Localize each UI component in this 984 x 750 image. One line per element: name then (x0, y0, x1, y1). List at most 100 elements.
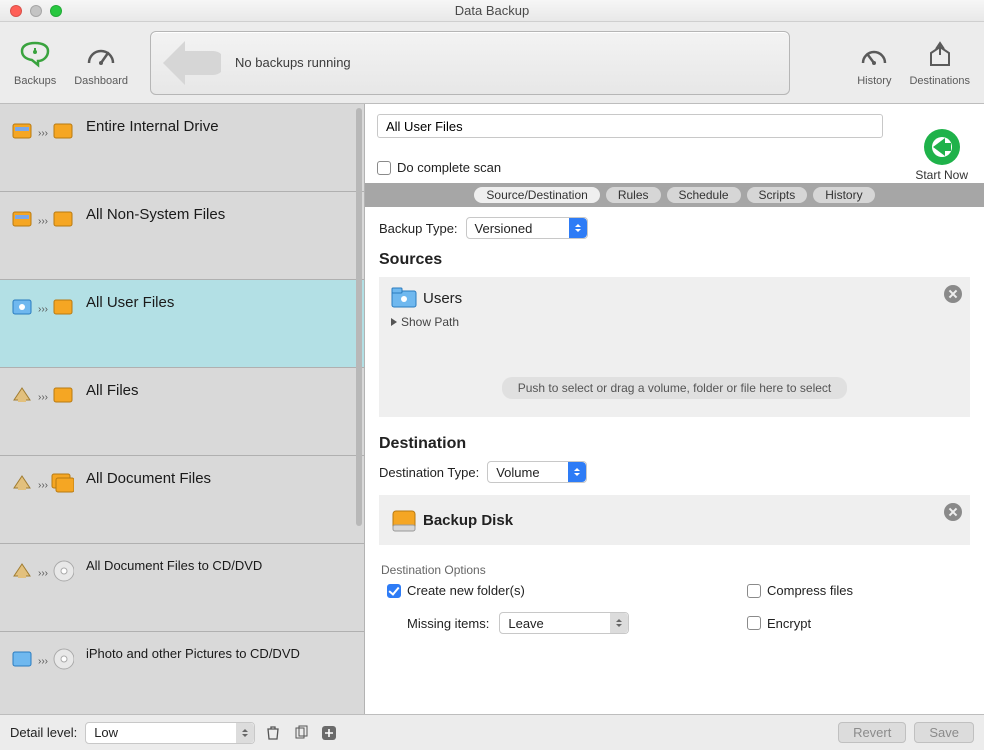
compress-files-checkbox[interactable] (747, 584, 761, 598)
svg-text:›››: ››› (38, 216, 48, 227)
tab-history[interactable]: History (813, 187, 874, 203)
sidebar-item-label: Entire Internal Drive (86, 118, 219, 135)
destination-type-select[interactable]: Volume (487, 461, 587, 483)
sidebar-item-entire-internal-drive[interactable]: ››› Entire Internal Drive (0, 104, 364, 192)
start-now-label: Start Now (915, 168, 968, 182)
delete-button[interactable] (263, 723, 283, 743)
sidebar-item-iphoto-to-cd[interactable]: ››› iPhoto and other Pictures to CD/DVD (0, 632, 364, 714)
create-folders-label: Create new folder(s) (407, 583, 525, 598)
chevron-up-down-icon (236, 723, 254, 743)
status-text: No backups running (235, 55, 351, 70)
show-path-label: Show Path (401, 315, 459, 329)
destination-type-value: Volume (496, 465, 539, 480)
start-now-button[interactable]: Start Now (915, 126, 968, 182)
footer: Detail level: Low Revert Save (0, 714, 984, 750)
source-name: Users (423, 290, 462, 307)
dashboard-icon (84, 39, 118, 73)
main-panel: Do complete scan Start Now Source/Destin… (365, 104, 984, 714)
sidebar-item-docs-to-cd[interactable]: ››› All Document Files to CD/DVD (0, 544, 364, 632)
sidebar-item-label: All Non-System Files (86, 206, 225, 223)
svg-text:›››: ››› (38, 392, 48, 403)
copy-icon (293, 725, 309, 741)
dashboard-button[interactable]: Dashboard (74, 39, 128, 87)
tab-bar: Source/Destination Rules Schedule Script… (365, 183, 984, 207)
tab-scripts[interactable]: Scripts (747, 187, 808, 203)
svg-text:›››: ››› (38, 656, 48, 667)
users-to-folder-icon: ››› (12, 290, 74, 324)
chevron-up-down-icon (568, 462, 586, 482)
history-icon (857, 39, 891, 73)
users-folder-icon (391, 287, 417, 309)
backup-type-value: Versioned (475, 221, 533, 236)
home-to-folders-icon: ››› (12, 466, 74, 500)
encrypt-label: Encrypt (767, 616, 811, 631)
sidebar-item-all-document-files[interactable]: ››› All Document Files (0, 456, 364, 544)
status-arrow-icon (151, 33, 221, 93)
create-folders-checkbox[interactable] (387, 584, 401, 598)
backup-type-label: Backup Type: (379, 221, 458, 236)
sources-box: Users Show Path Push to select or drag a… (379, 277, 970, 417)
trash-icon (265, 725, 281, 741)
svg-text:›››: ››› (38, 568, 48, 579)
detail-level-label: Detail level: (10, 725, 77, 740)
destination-type-label: Destination Type: (379, 465, 479, 480)
missing-items-select[interactable]: Leave (499, 612, 629, 634)
destinations-button[interactable]: Destinations (909, 39, 970, 87)
plus-icon (321, 725, 337, 741)
top-toolbar: Backups Dashboard No backups running His… (0, 22, 984, 104)
history-label: History (857, 75, 891, 87)
revert-button[interactable]: Revert (838, 722, 906, 743)
titlebar: Data Backup (0, 0, 984, 22)
sidebar-item-all-files[interactable]: ››› All Files (0, 368, 364, 456)
sidebar-item-non-system-files[interactable]: ››› All Non-System Files (0, 192, 364, 280)
chevron-up-down-icon (610, 613, 628, 633)
complete-scan-label: Do complete scan (397, 160, 501, 175)
window-title: Data Backup (0, 3, 984, 18)
tab-source-destination[interactable]: Source/Destination (474, 187, 599, 203)
duplicate-button[interactable] (291, 723, 311, 743)
drive-to-folder-icon: ››› (12, 202, 74, 236)
home-to-folder-icon: ››› (12, 378, 74, 412)
sidebar: ››› Entire Internal Drive ››› All Non-Sy… (0, 104, 365, 714)
sidebar-item-all-user-files[interactable]: ››› All User Files (0, 280, 364, 368)
backups-label: Backups (14, 75, 56, 87)
destination-heading: Destination (379, 435, 970, 453)
backup-type-select[interactable]: Versioned (466, 217, 588, 239)
destination-options-heading: Destination Options (381, 563, 970, 577)
sidebar-scrollbar[interactable] (356, 108, 362, 706)
chevron-up-down-icon (569, 218, 587, 238)
disclosure-triangle-icon (391, 318, 397, 326)
svg-text:›››: ››› (38, 480, 48, 491)
svg-text:›››: ››› (38, 304, 48, 315)
svg-text:›››: ››› (38, 128, 48, 139)
show-path-toggle[interactable]: Show Path (391, 315, 958, 329)
add-button[interactable] (319, 723, 339, 743)
complete-scan-checkbox[interactable] (377, 161, 391, 175)
home-to-disc-icon: ››› (12, 554, 74, 588)
drive-icon (391, 509, 417, 531)
destination-name: Backup Disk (423, 512, 513, 529)
backups-button[interactable]: Backups (14, 39, 56, 87)
history-button[interactable]: History (857, 39, 891, 87)
photos-to-disc-icon: ››› (12, 642, 74, 676)
save-button[interactable]: Save (914, 722, 974, 743)
source-drop-zone[interactable]: Push to select or drag a volume, folder … (502, 377, 848, 399)
tab-rules[interactable]: Rules (606, 187, 661, 203)
tab-schedule[interactable]: Schedule (667, 187, 741, 203)
sidebar-item-label: All User Files (86, 294, 174, 311)
backups-icon (18, 39, 52, 73)
remove-source-button[interactable] (944, 285, 962, 303)
sidebar-item-label: All Document Files (86, 470, 211, 487)
sources-heading: Sources (379, 251, 970, 269)
encrypt-checkbox[interactable] (747, 616, 761, 630)
backup-name-input[interactable] (377, 114, 883, 138)
sidebar-item-label: All Files (86, 382, 139, 399)
sidebar-item-label: iPhoto and other Pictures to CD/DVD (86, 646, 300, 661)
destinations-label: Destinations (909, 75, 970, 87)
detail-level-select[interactable]: Low (85, 722, 255, 744)
remove-destination-button[interactable] (944, 503, 962, 521)
status-box: No backups running (150, 31, 790, 95)
missing-items-value: Leave (508, 616, 543, 631)
drive-to-folder-icon: ››› (12, 114, 74, 148)
dashboard-label: Dashboard (74, 75, 128, 87)
